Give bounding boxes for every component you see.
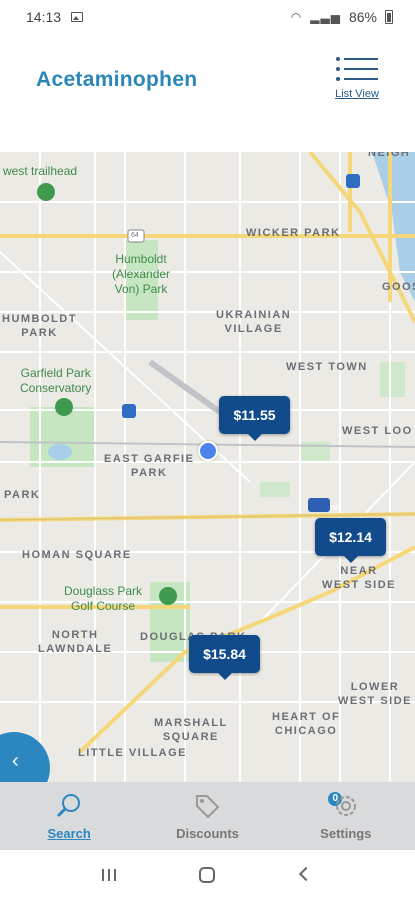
area-label-nearwest: NEAR WEST SIDE xyxy=(322,565,397,591)
highway-shield-290: 290 xyxy=(330,505,342,512)
app-header: Acetaminophen List View xyxy=(0,34,415,152)
list-view-icon xyxy=(336,57,378,81)
area-label-westloop: WEST LOO xyxy=(342,425,413,437)
price-marker[interactable]: $15.84 xyxy=(189,635,260,680)
list-view-label: List View xyxy=(335,88,379,100)
price-marker-label: $11.55 xyxy=(233,407,276,423)
area-label-marshall: MARSHALL SQUARE xyxy=(154,717,228,743)
page-title: Acetaminophen xyxy=(36,68,198,91)
status-bar: 14:13 ◠ ▂▃▅ 86% xyxy=(0,0,415,34)
nav-settings[interactable]: Settings xyxy=(277,782,415,850)
area-label-littlevillage: LITTLE VILLAGE xyxy=(78,747,187,759)
list-view-button[interactable]: List View xyxy=(326,56,388,106)
area-label-wicker: WICKER PARK xyxy=(246,227,341,239)
area-label-neigh: NEIGH xyxy=(368,152,411,159)
nav-search-label: Search xyxy=(47,826,91,841)
back-icon xyxy=(298,866,313,882)
home-button[interactable] xyxy=(192,860,222,890)
battery-icon xyxy=(385,10,393,24)
park-label-douglass-golf: Douglass Park Golf Course xyxy=(64,584,143,613)
area-label-northlawndale: NORTH LAWNDALE xyxy=(38,629,113,655)
area-label-westtown: WEST TOWN xyxy=(286,361,368,373)
wifi-icon: ◠ xyxy=(290,10,303,24)
bottom-nav: Search 0 Discounts Settings xyxy=(0,782,415,850)
current-location-dot xyxy=(198,441,218,461)
area-label-homan: HOMAN SQUARE xyxy=(22,549,132,561)
signal-icon: ▂▃▅ xyxy=(310,10,341,24)
area-label-goos: GOOS xyxy=(382,281,415,293)
back-button[interactable] xyxy=(291,860,321,890)
price-marker[interactable]: $12.14 xyxy=(315,518,386,563)
area-label-lowerwest: LOWER WEST SIDE xyxy=(338,681,413,707)
tag-icon xyxy=(196,795,220,819)
chevron-left-icon: ‹ xyxy=(12,750,19,772)
price-marker-label: $15.84 xyxy=(203,646,246,662)
home-icon xyxy=(199,867,216,883)
recents-icon xyxy=(102,869,117,881)
nav-discounts-label: Discounts xyxy=(176,826,239,841)
park-label-trailhead: west trailhead xyxy=(3,164,78,178)
area-label-park: PARK xyxy=(4,489,41,501)
nav-discounts[interactable]: 0 Discounts xyxy=(138,782,343,850)
gear-icon xyxy=(335,796,356,816)
price-marker-label: $12.14 xyxy=(329,529,372,545)
battery-percent: 86% xyxy=(348,9,377,25)
park-label-garfield: Garfield Park Conservatory xyxy=(20,366,92,395)
nav-search[interactable]: Search xyxy=(0,782,138,850)
system-nav-bar xyxy=(0,850,415,900)
image-notification-icon xyxy=(71,12,84,22)
app-screen: 14:13 ◠ ▂▃▅ 86% Acetaminophen List View xyxy=(0,0,415,900)
area-label-heartofchicago: HEART OF CHICAGO xyxy=(272,711,341,737)
route-shield-64: 64 xyxy=(131,232,139,239)
recents-button[interactable] xyxy=(94,860,124,890)
status-time: 14:13 xyxy=(26,9,62,25)
area-label-humboldt: HUMBOLDT PARK xyxy=(2,313,77,339)
price-marker[interactable]: $11.55 xyxy=(219,396,290,441)
area-label-ukrainian: UKRAINIAN VILLAGE xyxy=(216,309,292,335)
map-view[interactable]: 290 64 west trailhead Humboldt (Alexande… xyxy=(0,152,415,782)
park-label-humboldt: Humboldt (Alexander Von) Park xyxy=(112,252,171,296)
area-label-eastgarfield: EAST GARFIE PARK xyxy=(104,453,195,479)
nav-settings-label: Settings xyxy=(320,826,372,841)
search-icon xyxy=(57,794,81,818)
